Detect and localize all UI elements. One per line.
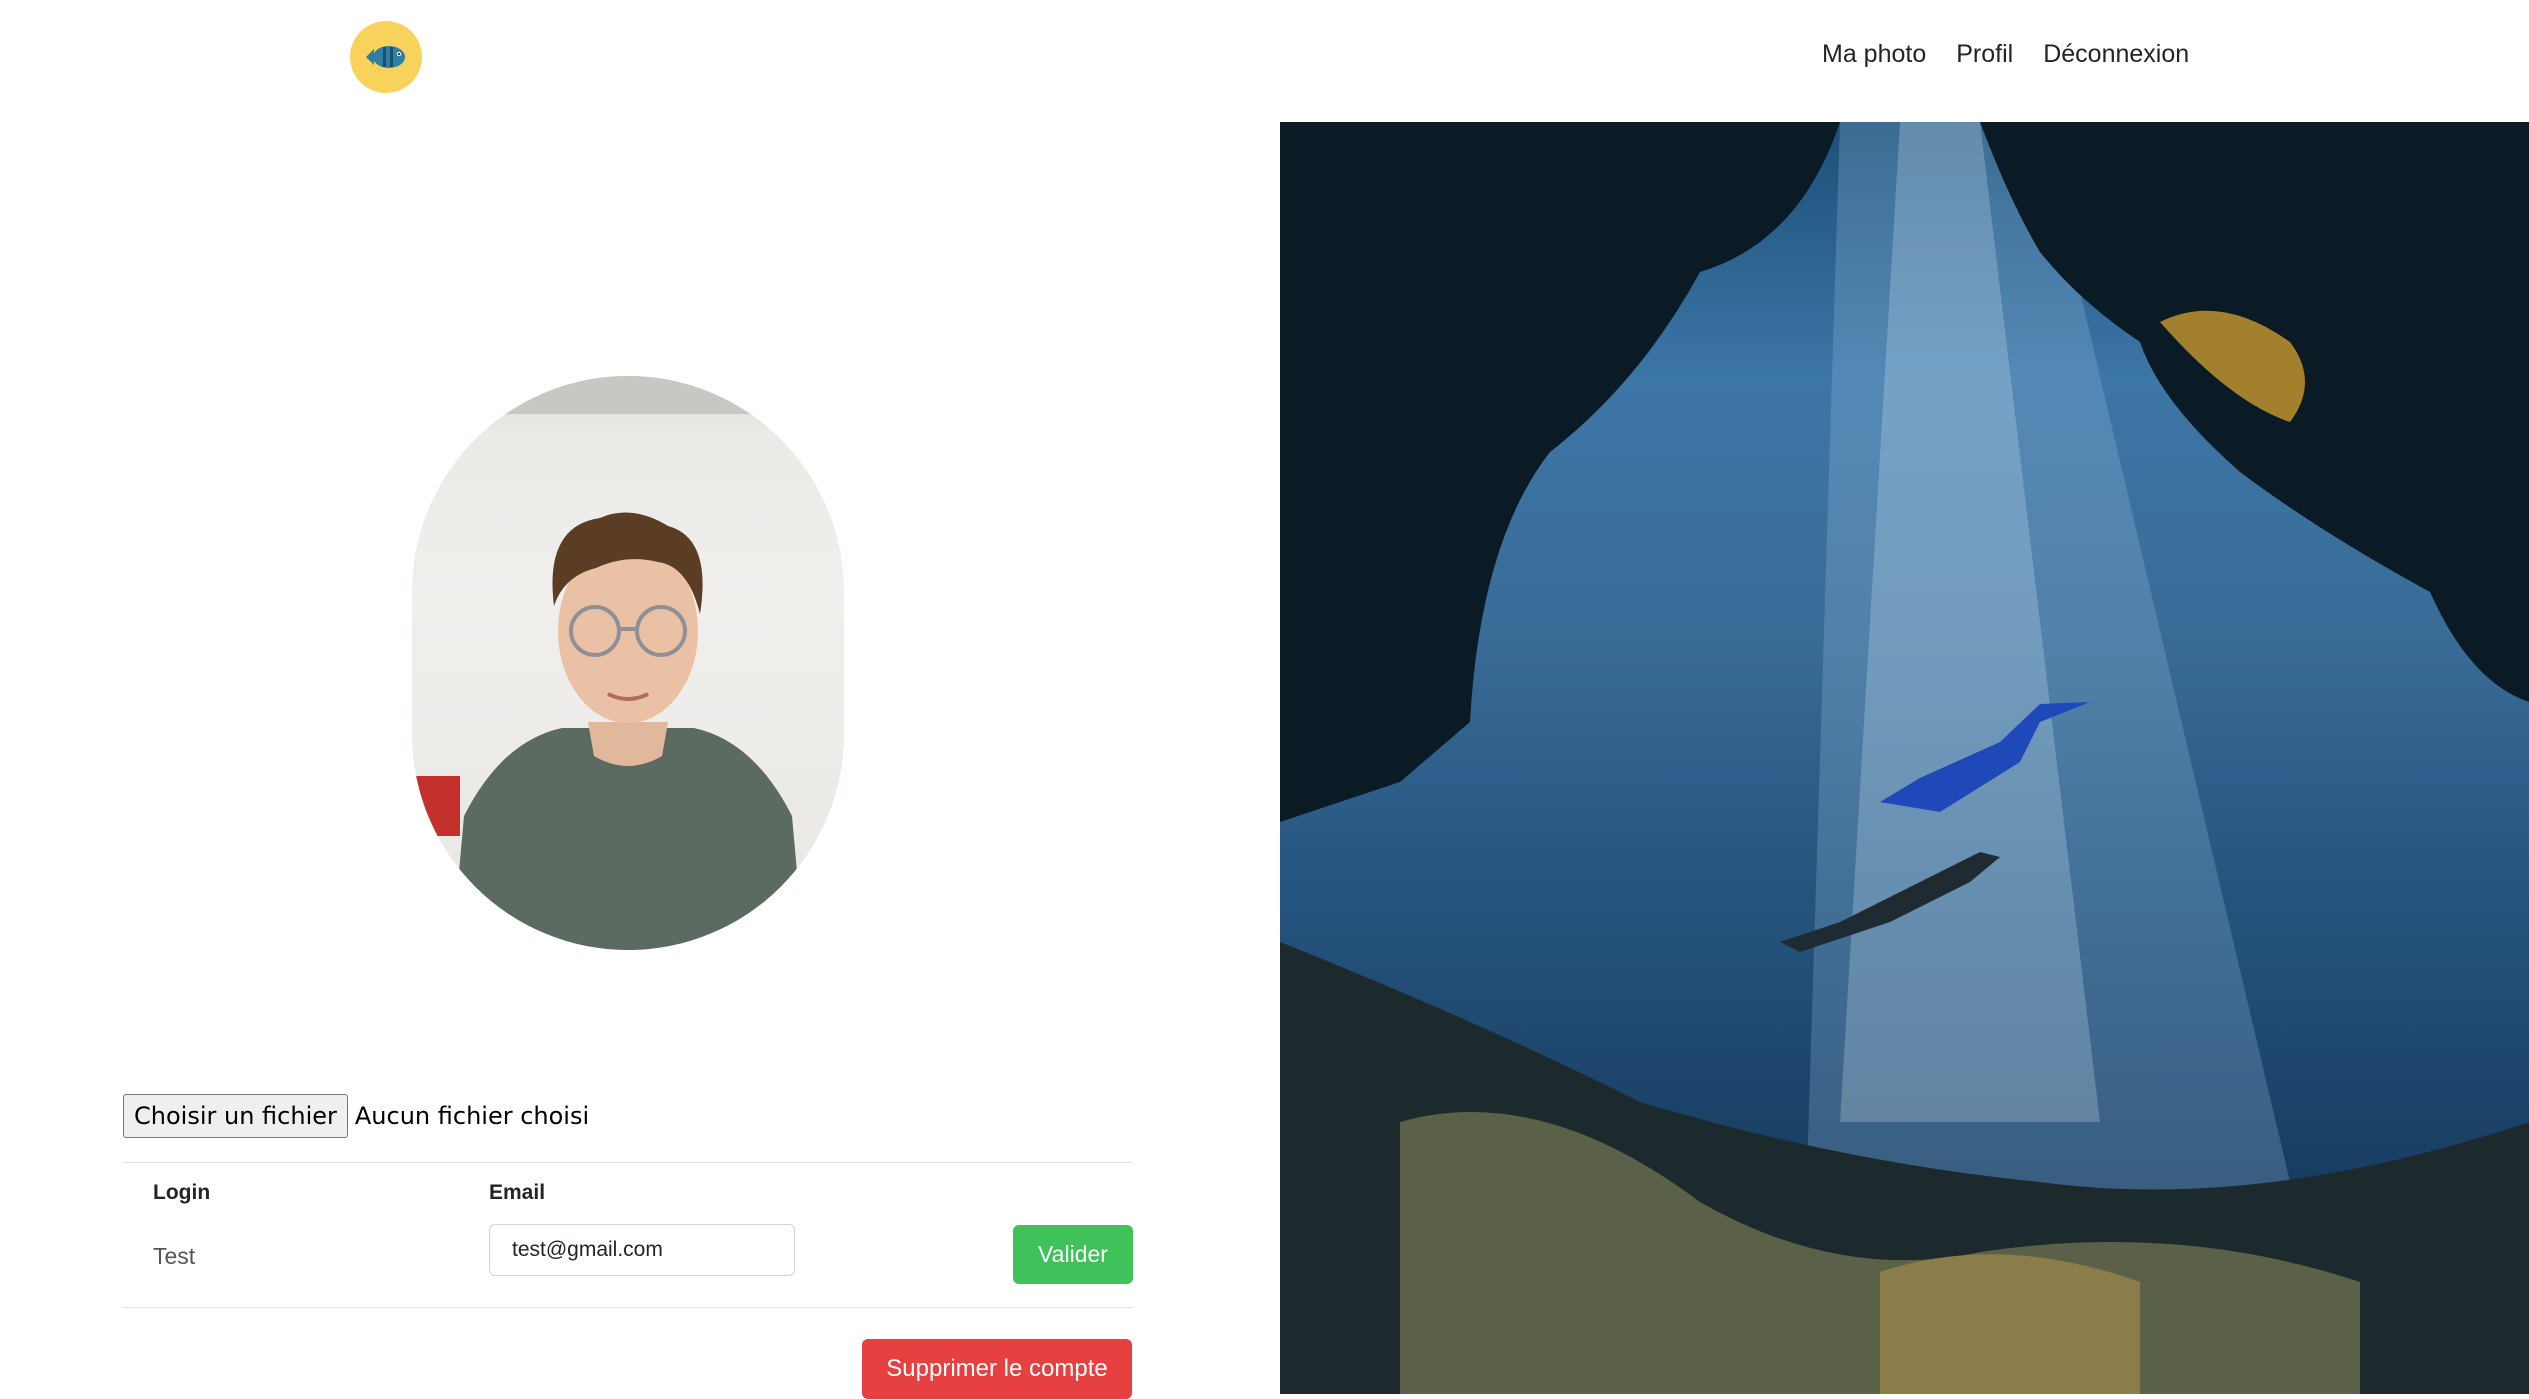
nav-links: Ma photo Profil Déconnexion: [1822, 40, 2189, 69]
profile-table: Login Email Test test@gmail.com Valider: [123, 1162, 1133, 1308]
validate-button[interactable]: Valider: [1013, 1225, 1133, 1284]
underwater-photo: [1280, 122, 2529, 1394]
navbar: Ma photo Profil Déconnexion: [0, 0, 2529, 118]
logo[interactable]: [350, 21, 422, 93]
underwater-scene: [1280, 122, 2529, 1394]
nav-link-deconnexion[interactable]: Déconnexion: [2043, 40, 2189, 69]
fish-icon: [366, 46, 405, 68]
choose-file-button[interactable]: Choisir un fichier: [123, 1094, 348, 1138]
file-status: Aucun fichier choisi: [354, 1102, 590, 1130]
login-value: Test: [153, 1243, 196, 1269]
nav-link-profil[interactable]: Profil: [1956, 40, 2013, 69]
nav-link-ma-photo[interactable]: Ma photo: [1822, 40, 1926, 69]
profile-panel: Choisir un fichier Aucun fichier choisi …: [0, 118, 1280, 1399]
person-photo: [412, 376, 844, 950]
email-input[interactable]: test@gmail.com: [489, 1224, 795, 1276]
login-header: Login: [153, 1181, 211, 1204]
avatar: [412, 376, 844, 950]
delete-account-button[interactable]: Supprimer le compte: [862, 1339, 1132, 1399]
email-header: Email: [489, 1181, 546, 1204]
file-upload: Choisir un fichier Aucun fichier choisi: [123, 1094, 589, 1138]
